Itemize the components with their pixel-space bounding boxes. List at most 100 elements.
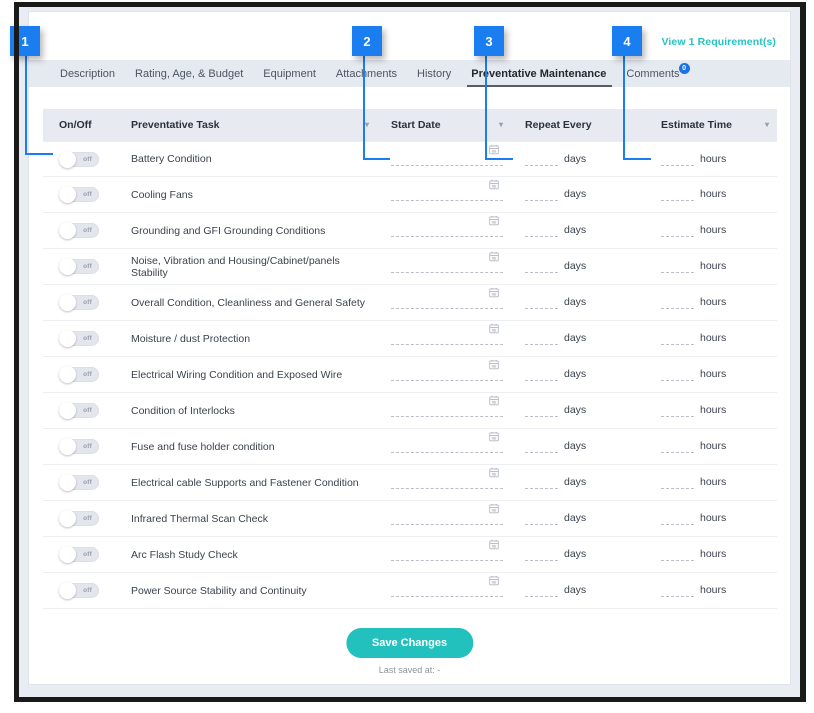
- view-requirements-link[interactable]: View 1 Requirement(s): [661, 36, 776, 48]
- start-date-input[interactable]: [391, 431, 503, 453]
- repeat-every-input[interactable]: [525, 584, 558, 597]
- repeat-every-input[interactable]: [525, 188, 558, 201]
- task-toggle-cell: off: [43, 402, 115, 419]
- task-name: Noise, Vibration and Housing/Cabinet/pan…: [131, 254, 340, 279]
- task-enable-toggle[interactable]: off: [59, 150, 99, 168]
- calendar-icon[interactable]: [489, 323, 499, 334]
- task-enable-toggle[interactable]: off: [59, 294, 99, 311]
- estimate-time-input[interactable]: [661, 224, 694, 237]
- chevron-down-icon[interactable]: ▾: [365, 121, 369, 129]
- repeat-every-input[interactable]: [525, 332, 558, 345]
- estimate-time-input[interactable]: [661, 260, 694, 273]
- estimate-time-input[interactable]: [661, 368, 694, 381]
- start-date-input[interactable]: [391, 179, 503, 201]
- task-enable-toggle[interactable]: off: [59, 258, 99, 275]
- repeat-unit-label: days: [564, 548, 587, 560]
- task-enable-toggle[interactable]: off: [59, 366, 99, 383]
- start-date-input[interactable]: [391, 467, 503, 489]
- estimate-time-input[interactable]: [661, 153, 694, 166]
- task-enable-toggle[interactable]: off: [59, 186, 99, 203]
- estimate-unit-label: hours: [700, 548, 727, 560]
- calendar-icon[interactable]: [489, 395, 499, 406]
- start-date-input[interactable]: [391, 359, 503, 381]
- estimate-time-input[interactable]: [661, 404, 694, 417]
- calendar-icon[interactable]: [489, 359, 499, 370]
- estimate-time-cell: hours: [647, 440, 777, 453]
- toggle-state-label: off: [83, 263, 92, 270]
- tab-attachments[interactable]: Attachments: [326, 69, 407, 87]
- start-date-input[interactable]: [391, 251, 503, 273]
- repeat-every-input[interactable]: [525, 476, 558, 489]
- toggle-knob: [59, 186, 76, 203]
- chevron-down-icon[interactable]: ▾: [765, 121, 769, 129]
- calendar-icon[interactable]: [489, 539, 499, 550]
- repeat-every-input[interactable]: [525, 548, 558, 561]
- task-toggle-cell: off: [43, 582, 115, 599]
- tab-description[interactable]: Description: [50, 69, 125, 87]
- repeat-every-input[interactable]: [525, 440, 558, 453]
- task-toggle-cell: off: [43, 474, 115, 491]
- task-enable-toggle[interactable]: off: [59, 474, 99, 491]
- calendar-icon[interactable]: [489, 575, 499, 586]
- calendar-icon[interactable]: [489, 287, 499, 298]
- callout-line-4-vertical: [623, 56, 625, 159]
- calendar-icon[interactable]: [489, 467, 499, 478]
- calendar-icon[interactable]: [489, 179, 499, 190]
- task-enable-toggle[interactable]: off: [59, 582, 99, 599]
- estimate-time-input[interactable]: [661, 584, 694, 597]
- estimate-unit-label: hours: [700, 476, 727, 488]
- tab-history[interactable]: History: [407, 69, 461, 87]
- calendar-icon[interactable]: [489, 251, 499, 262]
- tab-rating-age-budget[interactable]: Rating, Age, & Budget: [125, 69, 253, 87]
- tab-comments[interactable]: Comments 0: [616, 63, 690, 87]
- start-date-input[interactable]: [391, 503, 503, 525]
- task-name-cell: Power Source Stability and Continuity: [115, 585, 377, 597]
- start-date-input[interactable]: [391, 575, 503, 597]
- start-date-input[interactable]: [391, 323, 503, 345]
- table-row: off Fuse and fuse holder condition days hou…: [43, 429, 777, 465]
- repeat-every-input[interactable]: [525, 224, 558, 237]
- calendar-icon[interactable]: [489, 144, 499, 155]
- calendar-icon[interactable]: [489, 215, 499, 226]
- save-changes-button[interactable]: Save Changes: [345, 628, 474, 658]
- task-enable-toggle[interactable]: off: [59, 438, 99, 455]
- repeat-every-input[interactable]: [525, 404, 558, 417]
- estimate-time-cell: hours: [647, 153, 777, 166]
- callout-line-3-horizontal: [485, 158, 513, 160]
- estimate-time-input[interactable]: [661, 548, 694, 561]
- callout-line-2-horizontal: [363, 158, 390, 160]
- start-date-input[interactable]: [391, 287, 503, 309]
- calendar-icon[interactable]: [489, 503, 499, 514]
- task-enable-toggle[interactable]: off: [59, 510, 99, 527]
- task-enable-toggle[interactable]: off: [59, 402, 99, 419]
- repeat-every-cell: days: [511, 296, 647, 309]
- estimate-time-input[interactable]: [661, 296, 694, 309]
- start-date-cell: [377, 287, 511, 309]
- tab-equipment[interactable]: Equipment: [253, 69, 326, 87]
- task-enable-toggle[interactable]: off: [59, 546, 99, 563]
- repeat-every-cell: days: [511, 548, 647, 561]
- start-date-input[interactable]: [391, 215, 503, 237]
- repeat-every-input[interactable]: [525, 153, 558, 166]
- start-date-input[interactable]: [391, 539, 503, 561]
- repeat-every-input[interactable]: [525, 368, 558, 381]
- task-enable-toggle[interactable]: off: [59, 222, 99, 239]
- repeat-every-input[interactable]: [525, 512, 558, 525]
- task-name-cell: Grounding and GFI Grounding Conditions: [115, 225, 377, 237]
- task-name-cell: Electrical Wiring Condition and Exposed …: [115, 369, 377, 381]
- estimate-time-input[interactable]: [661, 440, 694, 453]
- task-enable-toggle[interactable]: off: [59, 330, 99, 347]
- start-date-input[interactable]: [391, 395, 503, 417]
- repeat-every-input[interactable]: [525, 296, 558, 309]
- estimate-time-input[interactable]: [661, 512, 694, 525]
- estimate-time-input[interactable]: [661, 188, 694, 201]
- task-name-cell: Moisture / dust Protection: [115, 333, 377, 345]
- start-date-underline: [391, 323, 503, 345]
- estimate-time-input[interactable]: [661, 332, 694, 345]
- chevron-down-icon[interactable]: ▾: [499, 121, 503, 129]
- task-name-cell: Overall Condition, Cleanliness and Gener…: [115, 297, 377, 309]
- estimate-time-input[interactable]: [661, 476, 694, 489]
- repeat-every-input[interactable]: [525, 260, 558, 273]
- tab-strip: Description Rating, Age, & Budget Equipm…: [28, 60, 791, 87]
- calendar-icon[interactable]: [489, 431, 499, 442]
